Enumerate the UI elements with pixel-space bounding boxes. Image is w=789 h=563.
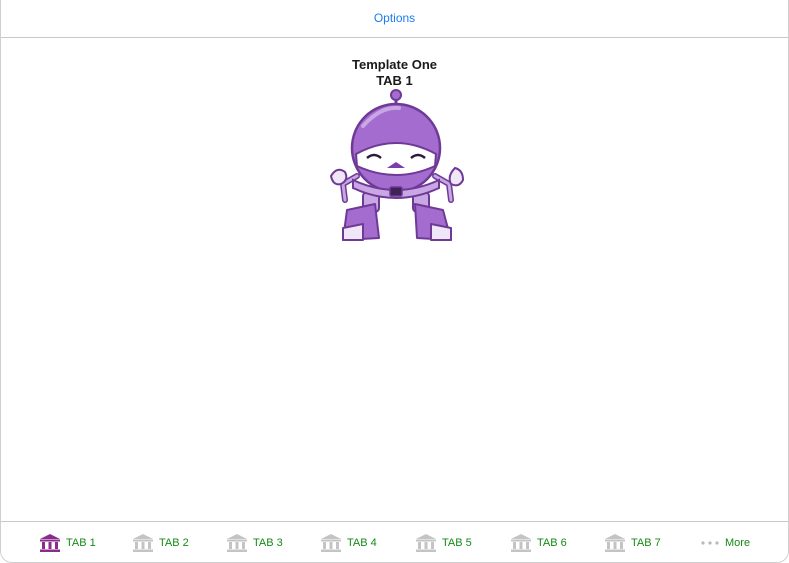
main-content: Template One TAB 1 xyxy=(1,38,788,522)
page-subtitle: TAB 1 xyxy=(376,73,413,88)
tab-2-label: TAB 2 xyxy=(159,537,189,549)
options-button[interactable]: Options xyxy=(374,11,415,25)
bank-icon xyxy=(511,534,531,552)
tab-4[interactable]: TAB 4 xyxy=(320,532,377,554)
tab-6[interactable]: TAB 6 xyxy=(510,532,567,554)
tab-5-label: TAB 5 xyxy=(442,537,472,549)
tab-5[interactable]: TAB 5 xyxy=(415,532,472,554)
tab-3-label: TAB 3 xyxy=(253,537,283,549)
tab-3[interactable]: TAB 3 xyxy=(226,532,283,554)
tab-6-label: TAB 6 xyxy=(537,537,567,549)
bank-icon xyxy=(321,534,341,552)
tab-7[interactable]: TAB 7 xyxy=(604,532,661,554)
tab-bar: TAB 1 TAB 2 TAB 3 TAB 4 TAB 5 TAB 6 TAB … xyxy=(1,521,788,562)
bank-icon xyxy=(605,534,625,552)
title-block: Template One TAB 1 xyxy=(1,57,788,89)
more-dots-icon xyxy=(701,541,719,545)
tab-more-label: More xyxy=(725,537,751,549)
tab-7-label: TAB 7 xyxy=(631,537,661,549)
bank-icon xyxy=(227,534,247,552)
tab-more[interactable]: More xyxy=(701,532,750,554)
tab-1[interactable]: TAB 1 xyxy=(39,532,96,554)
bank-icon xyxy=(416,534,436,552)
app-window: Options Template One TAB 1 TAB 1 TAB 2 T… xyxy=(0,0,789,563)
page-title: Template One xyxy=(351,57,437,72)
bank-icon xyxy=(40,534,60,552)
bank-icon xyxy=(133,534,153,552)
navigation-bar: Options xyxy=(1,0,788,38)
robot-mascot-image xyxy=(329,89,465,241)
tab-4-label: TAB 4 xyxy=(347,537,377,549)
tab-2[interactable]: TAB 2 xyxy=(132,532,189,554)
tab-1-label: TAB 1 xyxy=(66,537,96,549)
